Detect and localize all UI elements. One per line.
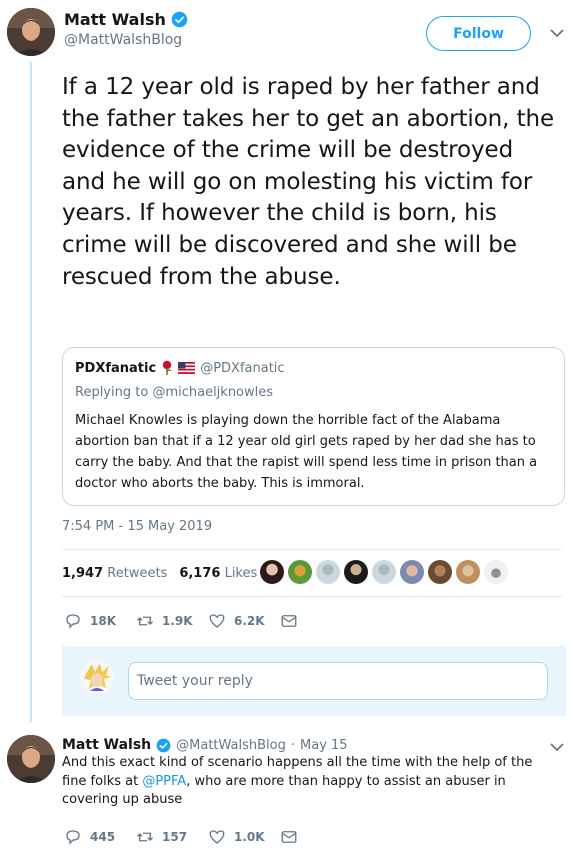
current-user-avatar xyxy=(80,660,114,694)
like-count: 1.0K xyxy=(234,830,265,844)
reply-composer: Tweet your reply xyxy=(62,646,566,716)
reply-action[interactable]: 445 xyxy=(64,828,136,846)
retweets-stat[interactable]: 1,947 Retweets xyxy=(62,566,167,581)
chevron-down-icon[interactable] xyxy=(550,26,564,42)
follow-button[interactable]: Follow xyxy=(426,16,531,51)
reply-input[interactable]: Tweet your reply xyxy=(128,662,548,700)
author-avatar[interactable] xyxy=(7,8,55,56)
reply-author-avatar[interactable] xyxy=(7,735,55,783)
like-heart-icon xyxy=(209,614,225,628)
retweet-icon xyxy=(137,832,153,842)
retweets-label: Retweets xyxy=(107,566,168,581)
author-name[interactable]: Matt Walsh xyxy=(64,10,166,29)
verified-badge-icon xyxy=(171,11,188,28)
chevron-down-icon[interactable] xyxy=(550,740,564,756)
verified-badge-icon xyxy=(156,738,171,752)
author-handle[interactable]: @MattWalshBlog xyxy=(64,32,188,48)
liker-avatar[interactable] xyxy=(260,560,284,584)
liker-avatar[interactable] xyxy=(428,560,452,584)
meta-separator: · xyxy=(290,737,296,753)
replying-to-link[interactable]: @michaeljknowles xyxy=(152,385,273,400)
liker-avatar[interactable] xyxy=(484,560,508,584)
liker-avatars xyxy=(260,560,508,584)
reply-count: 18K xyxy=(90,614,116,628)
quoted-author-name: PDXfanatic xyxy=(75,360,157,376)
tweet-header: Matt Walsh @MattWalshBlog xyxy=(64,10,188,48)
rose-icon xyxy=(162,360,172,375)
like-heart-icon xyxy=(209,830,225,844)
quoted-author-handle: @PDXfanatic xyxy=(200,360,285,376)
liker-avatar[interactable] xyxy=(372,560,396,584)
direct-message-action[interactable] xyxy=(280,612,352,630)
like-action[interactable]: 1.0K xyxy=(208,828,280,846)
reply-action[interactable]: 18K xyxy=(64,612,136,630)
likes-count: 6,176 xyxy=(179,566,221,581)
us-flag-icon xyxy=(178,362,196,374)
reply-tweet-header: Matt Walsh @MattWalshBlog · May 15 xyxy=(62,737,348,753)
engagement-stats: 1,947 Retweets 6,176 Likes xyxy=(62,566,257,581)
divider xyxy=(62,549,562,550)
replying-to-line: Replying to @michaeljknowles xyxy=(75,385,552,400)
likes-label: Likes xyxy=(224,566,258,581)
retweet-count: 157 xyxy=(162,830,188,844)
retweet-icon xyxy=(137,616,153,626)
likes-stat[interactable]: 6,176 Likes xyxy=(179,566,257,581)
direct-message-icon xyxy=(281,831,297,843)
direct-message-action[interactable] xyxy=(280,828,352,846)
liker-avatar[interactable] xyxy=(456,560,480,584)
quoted-tweet-text: Michael Knowles is playing down the horr… xyxy=(75,413,538,491)
liker-avatar[interactable] xyxy=(400,560,424,584)
reply-tweet-text: And this exact kind of scenario happens … xyxy=(62,754,542,810)
liker-avatar[interactable] xyxy=(316,560,340,584)
reply-count: 445 xyxy=(90,830,116,844)
quoted-tweet-header: PDXfanatic @PDXfanatic xyxy=(75,360,552,376)
retweets-count: 1,947 xyxy=(62,566,104,581)
reply-tweet-actions: 445 157 1.0K xyxy=(64,828,352,846)
tweet-timestamp[interactable]: 7:54 PM - 15 May 2019 xyxy=(62,519,212,534)
mention-link[interactable]: @PPFA xyxy=(142,774,186,789)
liker-avatar[interactable] xyxy=(288,560,312,584)
divider xyxy=(62,596,562,597)
like-count: 6.2K xyxy=(234,614,265,628)
reply-icon xyxy=(66,830,80,845)
direct-message-icon xyxy=(281,615,297,627)
retweet-action[interactable]: 157 xyxy=(136,828,208,846)
reply-date[interactable]: May 15 xyxy=(300,738,348,753)
reply-author-name[interactable]: Matt Walsh xyxy=(62,737,151,753)
liker-avatar[interactable] xyxy=(344,560,368,584)
replying-prefix: Replying to xyxy=(75,385,149,400)
tweet-text: If a 12 year old is raped by her father … xyxy=(62,74,555,290)
reply-author-handle[interactable]: @MattWalshBlog xyxy=(176,738,286,753)
author-name-row[interactable]: Matt Walsh xyxy=(64,10,188,29)
tweet-actions: 18K 1.9K 6.2K xyxy=(64,612,352,630)
retweet-count: 1.9K xyxy=(162,614,193,628)
quoted-tweet-card[interactable]: PDXfanatic @PDXfanatic Replying to @mich… xyxy=(62,347,565,506)
like-action[interactable]: 6.2K xyxy=(208,612,280,630)
retweet-action[interactable]: 1.9K xyxy=(136,612,208,630)
reply-icon xyxy=(66,614,80,629)
thread-connector-line xyxy=(30,62,32,722)
